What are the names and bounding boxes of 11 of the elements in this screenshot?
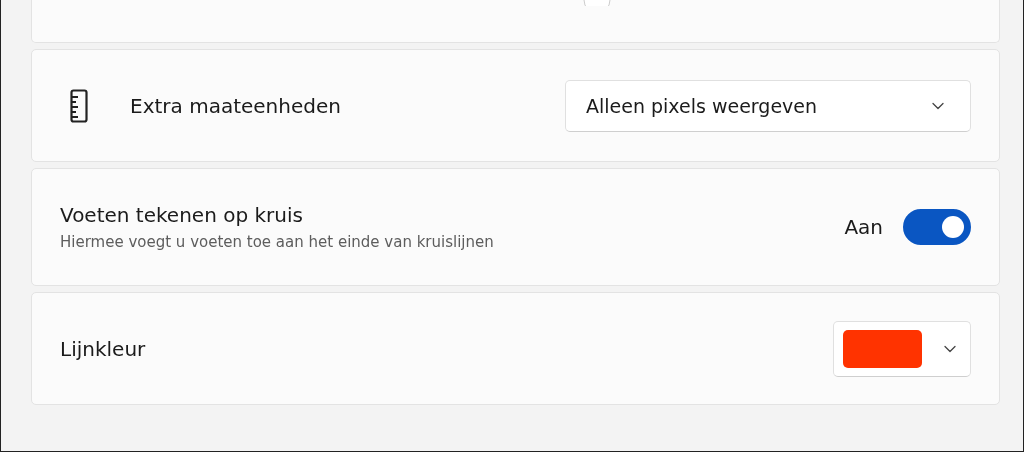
chevron-down-icon (944, 344, 956, 353)
toggle-state-label: Aan (844, 215, 883, 239)
color-picker-button[interactable] (833, 320, 971, 377)
ruler-icon (70, 88, 88, 123)
chevron-down-icon (932, 101, 944, 110)
toggle-switch[interactable] (903, 209, 971, 245)
setting-label: Extra maateenheden (130, 93, 342, 118)
setting-description: Hiermee voegt u voeten toe aan het einde van kruislijnen (60, 233, 495, 251)
units-dropdown[interactable]: Alleen pixels weergeven (565, 79, 971, 132)
setting-label: Lijnkleur (60, 336, 147, 361)
setting-label: Voeten tekenen op kruis (60, 203, 304, 227)
